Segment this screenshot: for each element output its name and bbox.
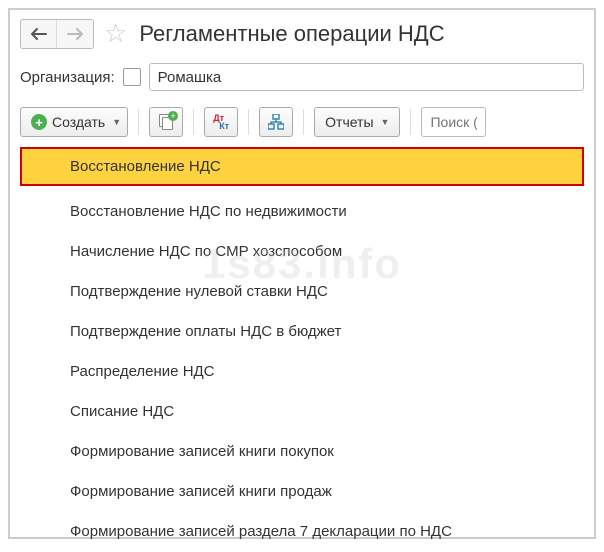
hierarchy-button[interactable] — [259, 107, 293, 137]
menu-item[interactable]: Формирование записей книги продаж — [20, 472, 584, 512]
divider — [303, 109, 304, 135]
search-input[interactable] — [421, 107, 486, 137]
menu-item[interactable]: Начисление НДС по СМР хозспособом — [20, 232, 584, 272]
back-button[interactable] — [21, 20, 57, 48]
forward-button[interactable] — [57, 20, 93, 48]
divider — [410, 109, 411, 135]
create-menu: Восстановление НДС Восстановление НДС по… — [20, 147, 584, 552]
menu-item[interactable]: Распределение НДС — [20, 352, 584, 392]
menu-item[interactable]: Формирование записей раздела 7 деклараци… — [20, 512, 584, 552]
nav-group — [20, 19, 94, 49]
plus-icon: + — [31, 114, 47, 130]
star-icon[interactable]: ☆ — [104, 18, 127, 49]
organization-label: Организация: — [20, 69, 115, 86]
create-label: Создать — [52, 114, 105, 130]
toolbar: + Создать ▼ + ДтКт — [10, 101, 594, 147]
divider — [138, 109, 139, 135]
chevron-down-icon: ▼ — [381, 117, 390, 127]
arrow-right-icon — [66, 28, 84, 40]
header-row: ☆ Регламентные операции НДС — [10, 10, 594, 59]
arrow-left-icon — [30, 28, 48, 40]
reports-button[interactable]: Отчеты ▼ — [314, 107, 400, 137]
copy-button[interactable]: + — [149, 107, 183, 137]
divider — [248, 109, 249, 135]
menu-item[interactable]: Списание НДС — [20, 392, 584, 432]
organization-checkbox[interactable] — [123, 68, 141, 86]
menu-item[interactable]: Формирование записей книги покупок — [20, 432, 584, 472]
reports-label: Отчеты — [325, 114, 373, 130]
dtkt-button[interactable]: ДтКт — [204, 107, 238, 137]
menu-item[interactable]: Подтверждение нулевой ставки НДС — [20, 272, 584, 312]
hierarchy-icon — [268, 114, 284, 130]
menu-item[interactable]: Подтверждение оплаты НДС в бюджет — [20, 312, 584, 352]
create-button[interactable]: + Создать ▼ — [20, 107, 128, 137]
page-title: Регламентные операции НДС — [139, 21, 444, 47]
divider — [193, 109, 194, 135]
organization-input[interactable] — [149, 63, 584, 91]
organization-row: Организация: — [10, 59, 594, 101]
menu-item-vat-restore[interactable]: Восстановление НДС — [20, 147, 584, 186]
copy-plus-icon: + — [159, 114, 173, 130]
dtkt-icon: ДтКт — [213, 114, 229, 130]
chevron-down-icon: ▼ — [112, 117, 121, 127]
menu-item[interactable]: Восстановление НДС по недвижимости — [20, 192, 584, 232]
